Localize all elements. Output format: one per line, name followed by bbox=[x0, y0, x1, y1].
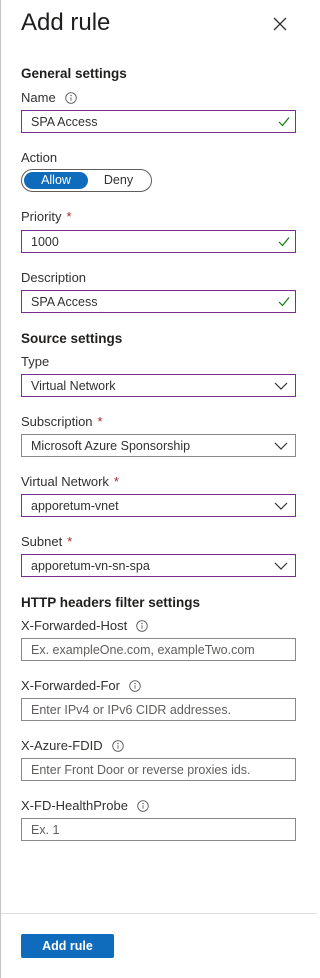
action-deny-option[interactable]: Deny bbox=[88, 172, 149, 189]
x-forwarded-host-label: X-Forwarded-Host bbox=[21, 618, 148, 633]
type-dropdown[interactable]: Virtual Network bbox=[21, 374, 296, 397]
name-field[interactable] bbox=[21, 110, 296, 133]
x-azure-fdid-field[interactable] bbox=[21, 758, 296, 781]
required-marker: * bbox=[97, 414, 103, 429]
action-toggle[interactable]: Allow Deny bbox=[21, 169, 152, 192]
checkmark-icon bbox=[278, 297, 290, 307]
description-field[interactable] bbox=[21, 290, 296, 313]
info-icon[interactable] bbox=[64, 91, 77, 104]
x-forwarded-host-label-text: X-Forwarded-Host bbox=[21, 618, 128, 633]
x-fd-healthprobe-label-text: X-FD-HealthProbe bbox=[21, 798, 128, 813]
required-marker: * bbox=[113, 474, 119, 489]
subscription-selected-value: Microsoft Azure Sponsorship bbox=[31, 438, 191, 453]
name-label: Name bbox=[21, 90, 77, 105]
subscription-label-text: Subscription bbox=[21, 414, 93, 429]
subscription-dropdown[interactable]: Microsoft Azure Sponsorship bbox=[21, 434, 296, 457]
checkmark-icon bbox=[278, 117, 290, 127]
type-selected-value: Virtual Network bbox=[31, 378, 116, 393]
type-label: Type bbox=[21, 354, 50, 369]
add-rule-button[interactable]: Add rule bbox=[21, 934, 114, 958]
vnet-label-text: Virtual Network bbox=[21, 474, 109, 489]
chevron-down-icon bbox=[274, 442, 288, 450]
priority-input[interactable] bbox=[22, 231, 295, 252]
x-forwarded-for-field[interactable] bbox=[21, 698, 296, 721]
x-fd-healthprobe-field[interactable] bbox=[21, 818, 296, 841]
priority-label-text: Priority bbox=[21, 209, 62, 224]
x-azure-fdid-label: X-Azure-FDID bbox=[21, 738, 124, 753]
vnet-label: Virtual Network * bbox=[21, 474, 119, 489]
footer-divider bbox=[1, 913, 317, 914]
close-icon bbox=[273, 17, 287, 31]
info-icon[interactable] bbox=[111, 739, 124, 752]
source-settings-heading: Source settings bbox=[21, 331, 123, 346]
required-marker: * bbox=[67, 534, 73, 549]
panel-title: Add rule bbox=[21, 9, 111, 36]
x-azure-fdid-input[interactable] bbox=[22, 759, 295, 780]
subnet-selected-value: apporetum-vn-sn-spa bbox=[31, 558, 150, 573]
action-label: Action bbox=[21, 150, 58, 165]
x-forwarded-for-input[interactable] bbox=[22, 699, 295, 720]
vnet-dropdown[interactable]: apporetum-vnet bbox=[21, 494, 296, 517]
x-fd-healthprobe-label: X-FD-HealthProbe bbox=[21, 798, 149, 813]
info-icon[interactable] bbox=[129, 679, 141, 692]
required-marker: * bbox=[66, 209, 72, 224]
action-allow-option[interactable]: Allow bbox=[24, 172, 88, 189]
subnet-dropdown[interactable]: apporetum-vn-sn-spa bbox=[21, 554, 296, 577]
http-headers-heading: HTTP headers filter settings bbox=[21, 595, 201, 610]
subnet-label-text: Subnet bbox=[21, 534, 63, 549]
description-input[interactable] bbox=[22, 291, 295, 312]
checkmark-icon bbox=[278, 237, 290, 247]
info-icon[interactable] bbox=[137, 799, 149, 812]
panel-border bbox=[0, 0, 1, 978]
priority-label: Priority * bbox=[21, 209, 72, 224]
x-fd-healthprobe-input[interactable] bbox=[22, 819, 295, 840]
close-button[interactable] bbox=[270, 14, 290, 34]
chevron-down-icon bbox=[274, 562, 288, 570]
subscription-label: Subscription * bbox=[21, 414, 103, 429]
name-label-text: Name bbox=[21, 90, 56, 105]
x-forwarded-for-label: X-Forwarded-For bbox=[21, 678, 141, 693]
x-azure-fdid-label-text: X-Azure-FDID bbox=[21, 738, 103, 753]
chevron-down-icon bbox=[274, 502, 288, 510]
subnet-label: Subnet * bbox=[21, 534, 72, 549]
general-settings-heading: General settings bbox=[21, 66, 127, 81]
chevron-down-icon bbox=[274, 382, 288, 390]
x-forwarded-for-label-text: X-Forwarded-For bbox=[21, 678, 120, 693]
x-forwarded-host-field[interactable] bbox=[21, 638, 296, 661]
x-forwarded-host-input[interactable] bbox=[22, 639, 295, 660]
description-label: Description bbox=[21, 270, 87, 285]
info-icon[interactable] bbox=[136, 619, 148, 632]
priority-field[interactable] bbox=[21, 230, 296, 253]
name-input[interactable] bbox=[22, 111, 295, 132]
vnet-selected-value: apporetum-vnet bbox=[31, 498, 119, 513]
